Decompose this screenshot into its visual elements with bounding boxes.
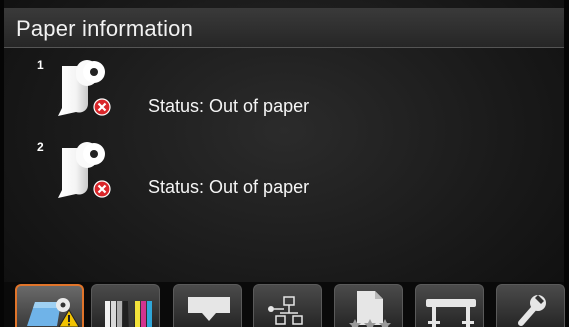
paper-warning-icon <box>27 298 80 327</box>
tab-ink[interactable] <box>91 284 160 327</box>
roll-2[interactable]: 2 <box>33 140 123 210</box>
bezel-right <box>564 0 569 327</box>
roll-2-status: Status: Out of paper <box>148 177 310 197</box>
tab-paper[interactable] <box>15 284 84 327</box>
printer-icon <box>426 299 476 327</box>
title-bar: Paper information <box>4 8 564 48</box>
paper-roll-error-icon <box>58 60 111 116</box>
ink-cartridges-icon <box>105 301 152 327</box>
roll-1-status: Status: Out of paper <box>148 96 310 116</box>
tray-icon <box>188 297 230 321</box>
tab-jobs[interactable] <box>334 284 403 327</box>
paper-roll-error-icon <box>58 142 111 198</box>
tab-printhead[interactable] <box>173 284 242 327</box>
roll-1[interactable]: 1 <box>33 58 123 128</box>
roll-number: 1 <box>37 58 44 72</box>
page-title: Paper information <box>16 16 194 41</box>
roll-number: 2 <box>37 140 44 154</box>
job-queue-icon <box>349 291 391 327</box>
tab-network[interactable] <box>253 284 322 327</box>
wrench-icon <box>518 295 546 326</box>
bezel-left <box>0 0 4 327</box>
tab-setup[interactable] <box>496 284 565 327</box>
network-icon <box>268 296 303 325</box>
tab-printer[interactable] <box>415 284 484 327</box>
